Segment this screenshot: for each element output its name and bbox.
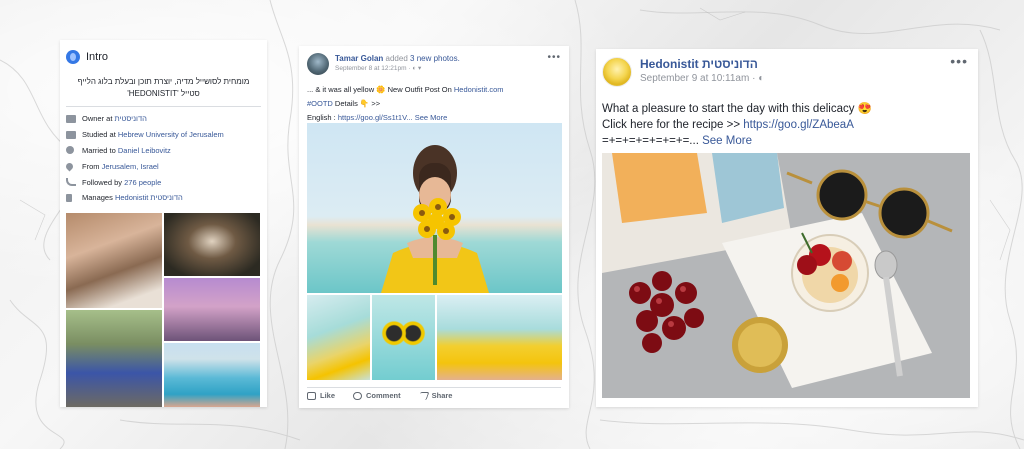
thumbs-up-icon: [307, 391, 316, 400]
post-url-link[interactable]: https://goo.gl/Ss1t1V...: [338, 113, 413, 122]
more-options-icon[interactable]: •••: [547, 52, 561, 63]
post-author-name[interactable]: Tamar Golan: [335, 54, 383, 63]
post-text-line: Click here for the recipe >>: [602, 119, 744, 131]
intro-row-owner: Owner at הדוניסטית: [66, 111, 261, 127]
photo-thumbnail[interactable]: [164, 213, 260, 276]
post-food-photo[interactable]: [602, 153, 970, 398]
post-link[interactable]: Hedonistit.com: [454, 85, 504, 94]
share-button[interactable]: Share: [417, 391, 453, 400]
briefcase-icon: [66, 114, 76, 123]
intro-row-link-city[interactable]: Jerusalem, Israel: [102, 162, 159, 171]
photo-thumbnail[interactable]: [437, 295, 562, 380]
comment-label: Comment: [366, 391, 401, 400]
post-header: Tamar Golan added 3 new photos. Septembe…: [307, 53, 561, 79]
post-thumbnail-row: [307, 295, 562, 380]
photo-illustration: [307, 123, 562, 293]
photo-thumbnail[interactable]: [307, 295, 370, 380]
intro-row-label: Followed by: [82, 177, 123, 187]
see-more-link[interactable]: See More: [699, 135, 752, 147]
intro-row-link-university[interactable]: Hebrew University of Jerusalem: [118, 130, 224, 139]
post-author-name[interactable]: Hedonistit הדוניסטית: [640, 57, 758, 71]
intro-bio: מומחית לסושייל מדיה, יוצרת תוכן ובעלת בל…: [77, 77, 250, 98]
like-label: Like: [320, 391, 336, 400]
intro-row-label: Manages: [82, 193, 113, 203]
post-text-line: Details 👇 >>: [332, 99, 381, 108]
intro-row-label: Married to: [82, 145, 116, 155]
share-label: Share: [431, 391, 453, 400]
post-text-line: ... & it was all yellow 🌼 New Outfit Pos…: [307, 85, 454, 94]
see-more-link[interactable]: See More: [413, 113, 448, 122]
post-timestamp[interactable]: September 8 at 12:21pm · ◐ ▾: [335, 64, 460, 74]
rss-icon: [66, 178, 76, 187]
post-author-line: Hedonistit הדוניסטית: [640, 57, 764, 72]
intro-row-married: Married to Daniel Leibovitz: [66, 143, 261, 159]
post-text-line: =+=+=+=+=+=+=...: [602, 135, 699, 147]
post-header: Hedonistit הדוניסטית September 9 at 10:1…: [602, 57, 972, 91]
intro-row-label: Owner at: [82, 114, 113, 124]
more-options-icon[interactable]: •••: [950, 53, 968, 69]
post-text-line: English :: [307, 113, 338, 122]
photo-thumbnail[interactable]: [164, 278, 260, 341]
recipe-link[interactable]: https://goo.gl/ZAbeaA: [743, 119, 854, 131]
intro-row-followed: Followed by 276 people: [66, 174, 261, 190]
page-post-card: Hedonistit הדוניסטית September 9 at 10:1…: [596, 49, 978, 407]
photo-post-card: Tamar Golan added 3 new photos. Septembe…: [299, 46, 569, 408]
intro-card: Intro מומחית לסושייל מדיה, יוצרת תוכן וב…: [60, 40, 267, 407]
intro-row-link-page[interactable]: Hedonistit הדוניסטית: [115, 193, 183, 202]
photo-thumbnail[interactable]: [372, 295, 435, 380]
photo-thumbnail[interactable]: [66, 213, 162, 308]
photo-thumbnail[interactable]: [164, 343, 260, 407]
post-action-link[interactable]: 3 new photos.: [410, 54, 460, 63]
comment-button[interactable]: Comment: [353, 391, 401, 400]
post-action-text: added: [383, 54, 411, 63]
intro-row-label: Studied at: [82, 130, 116, 140]
flag-icon: [66, 193, 72, 202]
intro-row-studied: Studied at Hebrew University of Jerusale…: [66, 127, 261, 143]
share-arrow-icon: [417, 391, 430, 400]
intro-row-link-owner[interactable]: הדוניסטית: [115, 114, 147, 123]
intro-row-label: From: [82, 161, 100, 171]
post-timestamp[interactable]: September 9 at 10:11am · ◐: [640, 72, 764, 86]
intro-title: Intro: [86, 51, 109, 63]
intro-row-manages: Manages Hedonistit הדוניסטית: [66, 190, 261, 206]
intro-row-link-spouse[interactable]: Daniel Leibovitz: [118, 146, 171, 155]
photo-illustration: [602, 153, 970, 398]
page-avatar[interactable]: [602, 57, 632, 87]
intro-photo-grid: [66, 213, 260, 407]
post-text: ... & it was all yellow 🌼 New Outfit Pos…: [307, 83, 561, 125]
post-author-line: Tamar Golan added 3 new photos.: [335, 53, 460, 64]
intro-row-link-followers[interactable]: 276 people: [124, 178, 161, 187]
photo-thumbnail[interactable]: [66, 310, 162, 407]
post-main-photo[interactable]: [307, 123, 562, 293]
comment-icon: [353, 391, 363, 400]
intro-header: Intro: [66, 46, 261, 68]
post-text: What a pleasure to start the day with th…: [602, 101, 972, 149]
divider: [66, 106, 261, 107]
heart-icon: [66, 146, 74, 155]
location-pin-icon: [64, 161, 75, 172]
graduation-cap-icon: [66, 130, 76, 139]
post-action-bar: Like Comment Share: [307, 387, 561, 400]
post-text-line: What a pleasure to start the day with th…: [602, 103, 872, 115]
globe-icon: [66, 50, 80, 64]
like-button[interactable]: Like: [307, 391, 335, 400]
avatar[interactable]: [307, 53, 329, 75]
hashtag-link[interactable]: #OOTD: [307, 99, 333, 108]
intro-row-from: From Jerusalem, Israel: [64, 158, 261, 174]
